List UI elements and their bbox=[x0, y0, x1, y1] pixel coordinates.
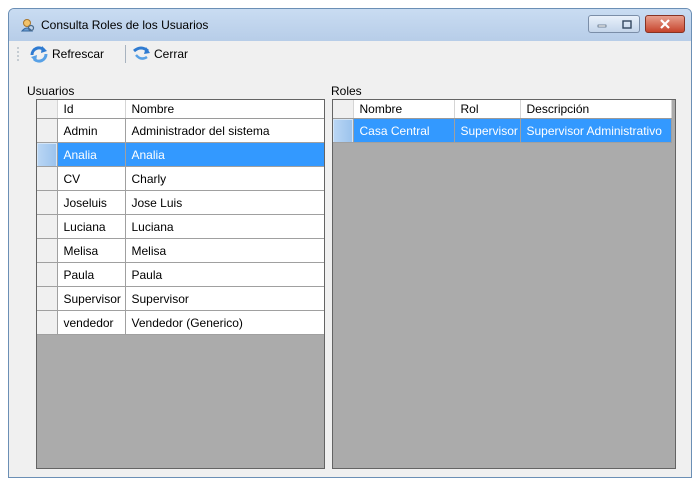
row-header-current[interactable] bbox=[333, 118, 354, 143]
column-header-id[interactable]: Id bbox=[57, 100, 126, 119]
cell-nombre[interactable]: Supervisor bbox=[125, 286, 324, 311]
row-header[interactable] bbox=[37, 214, 58, 239]
column-header-nombre[interactable]: Nombre bbox=[353, 100, 455, 119]
row-header[interactable] bbox=[37, 286, 58, 311]
cell-nombre[interactable]: Analia bbox=[125, 142, 324, 167]
column-header-rol[interactable]: Rol bbox=[454, 100, 521, 119]
roles-grid[interactable]: Nombre Rol Descripción Casa Central Supe… bbox=[332, 99, 676, 469]
cell-nombre[interactable]: Administrador del sistema bbox=[125, 118, 324, 143]
cell-id[interactable]: vendedor bbox=[57, 310, 126, 335]
row-header[interactable] bbox=[37, 310, 58, 335]
toolbar: Refrescar Cerrar bbox=[9, 41, 691, 67]
window-title: Consulta Roles de los Usuarios bbox=[41, 18, 209, 32]
maximize-button[interactable] bbox=[614, 15, 640, 33]
user-search-icon bbox=[20, 18, 35, 32]
cell-nombre[interactable]: Casa Central bbox=[353, 118, 455, 143]
row-header[interactable] bbox=[37, 238, 58, 263]
toolbar-grip[interactable] bbox=[17, 46, 19, 62]
cell-rol[interactable]: Supervisor bbox=[454, 118, 521, 143]
table-row[interactable]: vendedor Vendedor (Generico) bbox=[37, 310, 324, 335]
cell-id[interactable]: Joseluis bbox=[57, 190, 126, 215]
cell-nombre[interactable]: Melisa bbox=[125, 238, 324, 263]
cell-nombre[interactable]: Paula bbox=[125, 262, 324, 287]
table-row-selected[interactable]: Casa Central Supervisor Supervisor Admin… bbox=[333, 118, 672, 143]
minimize-button[interactable] bbox=[588, 15, 615, 33]
row-header[interactable] bbox=[37, 118, 58, 143]
column-header-descripcion[interactable]: Descripción bbox=[520, 100, 672, 119]
usuarios-table: Id Nombre Admin Administrador del sistem… bbox=[37, 100, 324, 335]
row-header[interactable] bbox=[37, 262, 58, 287]
close-window-button[interactable] bbox=[645, 15, 685, 33]
refresh-arrows-icon bbox=[30, 46, 48, 63]
roles-table: Nombre Rol Descripción Casa Central Supe… bbox=[333, 100, 672, 143]
toolbar-separator bbox=[125, 45, 126, 63]
cell-nombre[interactable]: Jose Luis bbox=[125, 190, 324, 215]
cell-id[interactable]: Luciana bbox=[57, 214, 126, 239]
maximize-icon bbox=[621, 19, 632, 29]
cell-nombre[interactable]: Charly bbox=[125, 166, 324, 191]
cell-id[interactable]: Analia bbox=[57, 142, 126, 167]
usuarios-grid[interactable]: Id Nombre Admin Administrador del sistem… bbox=[36, 99, 325, 469]
table-row-selected[interactable]: Analia Analia bbox=[37, 142, 324, 167]
roles-label: Roles bbox=[331, 84, 362, 98]
title-bar[interactable]: Consulta Roles de los Usuarios bbox=[9, 9, 691, 41]
row-header[interactable] bbox=[37, 166, 58, 191]
cell-id[interactable]: Paula bbox=[57, 262, 126, 287]
cell-id[interactable]: CV bbox=[57, 166, 126, 191]
cell-nombre[interactable]: Luciana bbox=[125, 214, 324, 239]
current-row-indicator bbox=[333, 119, 352, 142]
table-row[interactable]: CV Charly bbox=[37, 166, 324, 191]
cell-id[interactable]: Admin bbox=[57, 118, 126, 143]
table-row[interactable]: Paula Paula bbox=[37, 262, 324, 287]
table-row[interactable]: Luciana Luciana bbox=[37, 214, 324, 239]
row-header-corner bbox=[333, 100, 354, 119]
row-header-current[interactable] bbox=[37, 142, 58, 167]
cell-nombre[interactable]: Vendedor (Generico) bbox=[125, 310, 324, 335]
close-label: Cerrar bbox=[154, 47, 189, 61]
row-header-corner bbox=[37, 100, 58, 119]
row-header[interactable] bbox=[37, 190, 58, 215]
close-icon bbox=[660, 19, 670, 29]
current-row-indicator bbox=[37, 143, 56, 166]
close-button[interactable]: Cerrar bbox=[131, 43, 188, 65]
close-arrow-icon bbox=[133, 46, 150, 60]
cell-descripcion[interactable]: Supervisor Administrativo bbox=[520, 118, 672, 143]
table-row[interactable]: Admin Administrador del sistema bbox=[37, 118, 324, 143]
column-header-nombre[interactable]: Nombre bbox=[125, 100, 324, 119]
table-row[interactable]: Melisa Melisa bbox=[37, 238, 324, 263]
table-row[interactable]: Supervisor Supervisor bbox=[37, 286, 324, 311]
window: Consulta Roles de los Usuarios Refrescar… bbox=[8, 8, 692, 478]
refresh-button[interactable]: Refrescar bbox=[29, 43, 104, 65]
refresh-label: Refrescar bbox=[52, 47, 105, 61]
minimize-icon bbox=[597, 24, 606, 28]
table-row[interactable]: Joseluis Jose Luis bbox=[37, 190, 324, 215]
usuarios-label: Usuarios bbox=[27, 84, 75, 98]
cell-id[interactable]: Melisa bbox=[57, 238, 126, 263]
cell-id[interactable]: Supervisor bbox=[57, 286, 126, 311]
